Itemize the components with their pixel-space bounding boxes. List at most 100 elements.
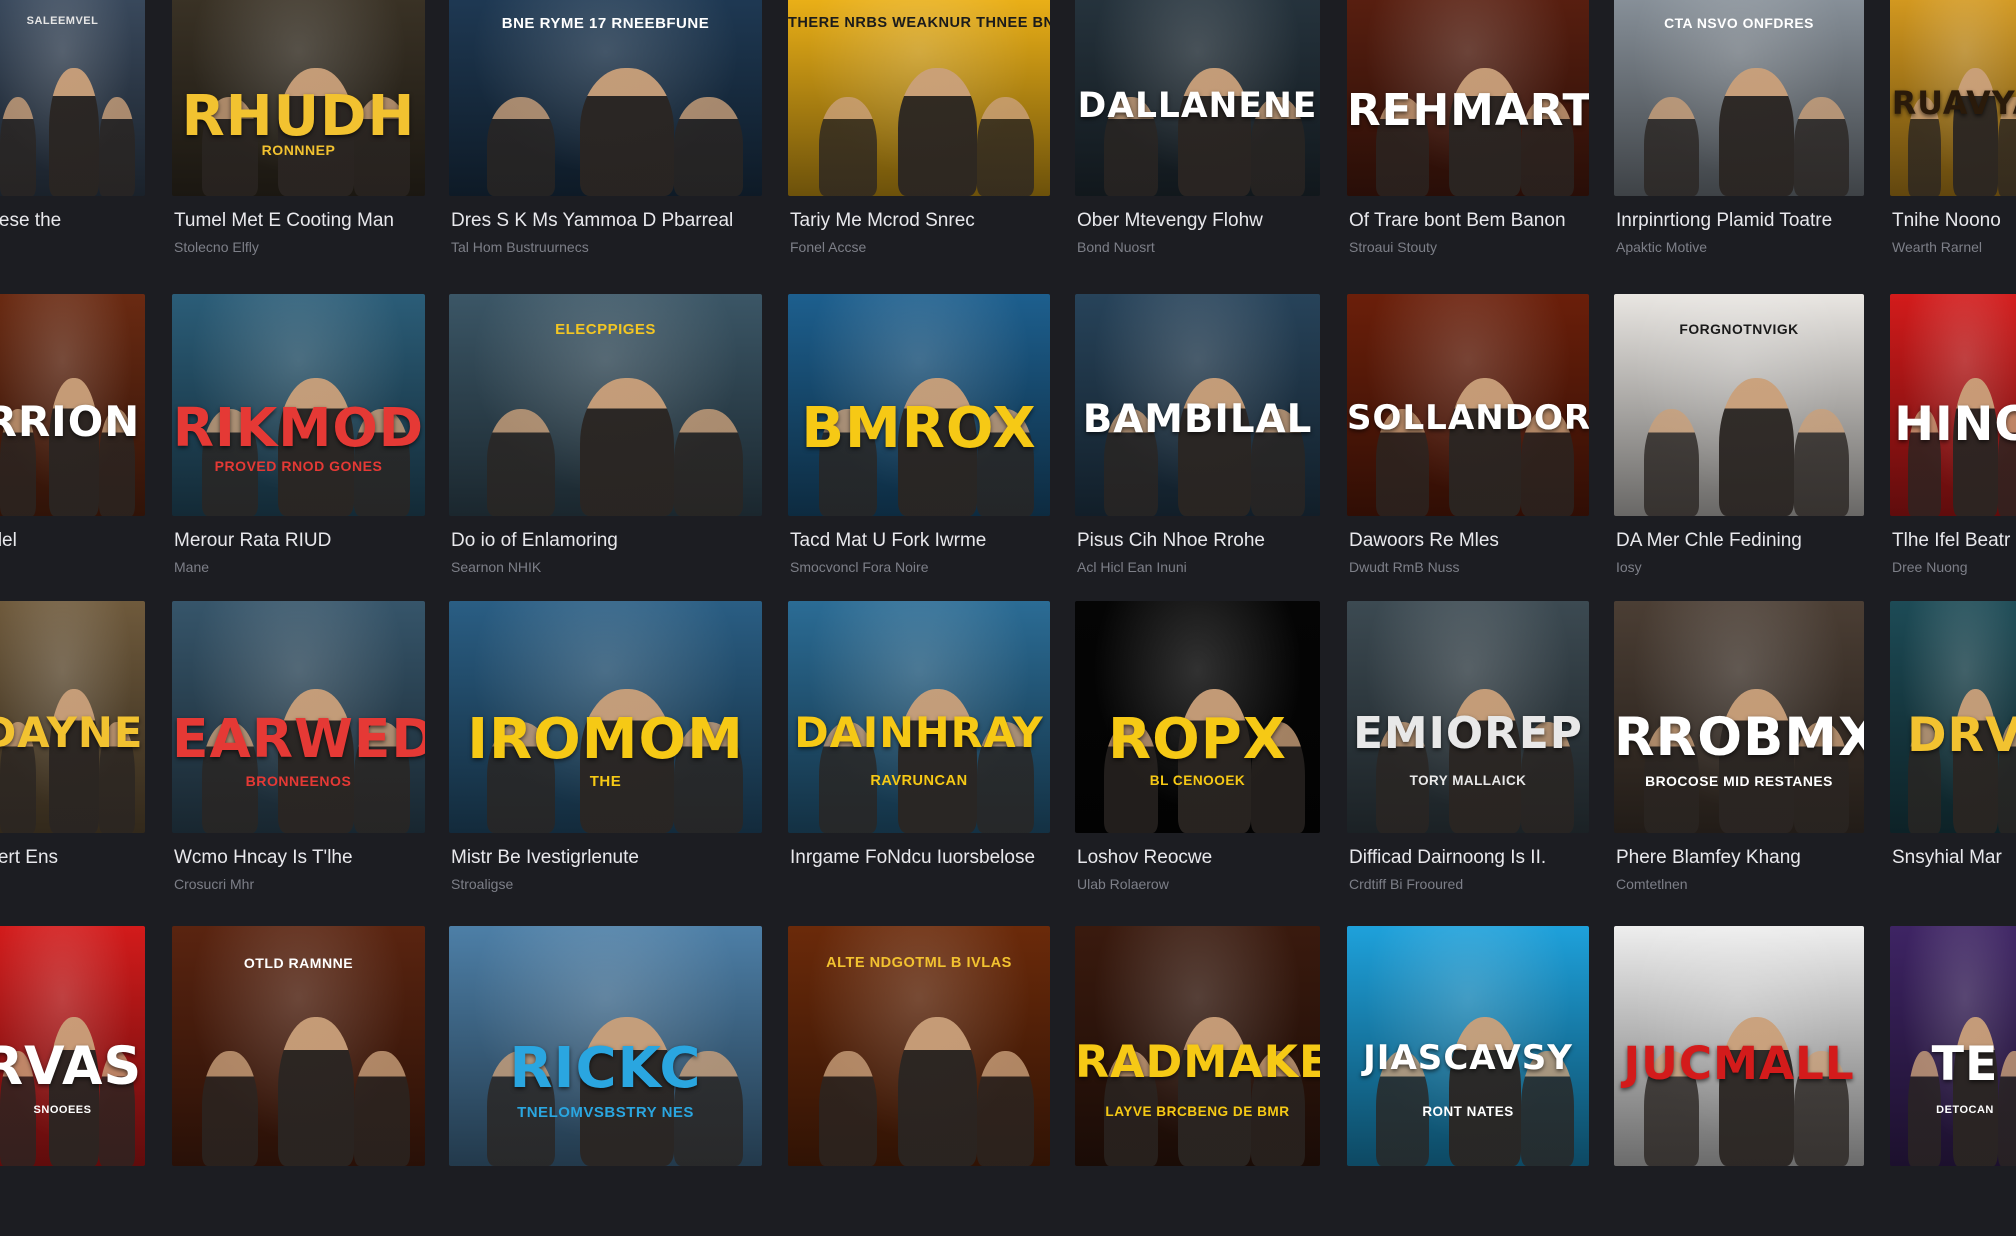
- movie-tile[interactable]: SNOOEES RVAS: [0, 926, 145, 1236]
- movie-title[interactable]: Tnihe Noono: [1892, 210, 2001, 232]
- poster-tagline: BROCOSE MID RESTANES: [1645, 772, 1833, 789]
- movie-title[interactable]: Inrgame FoNdcu Iuorsbelose: [790, 847, 1035, 869]
- poster-tagline: SNOOEES: [33, 1103, 92, 1116]
- movie-poster[interactable]: TORY MALLAICK EMIOREP: [1347, 601, 1589, 833]
- movie-title[interactable]: Pisus Cih Nhoe Rrohe: [1077, 530, 1265, 552]
- movie-poster[interactable]: REHMART: [1347, 0, 1589, 196]
- movie-poster[interactable]: RONNNEP RHUDH: [172, 0, 425, 196]
- movie-tile[interactable]: TORY MALLAICK EMIOREP Difficad Dairnoong I…: [1347, 601, 1589, 903]
- movie-poster[interactable]: BAMBILAL: [1075, 294, 1320, 516]
- movie-tile[interactable]: RONNNEP RHUDH Tumel Met E Cooting Man Stole…: [172, 0, 425, 266]
- movie-poster[interactable]: DALLANENE: [1075, 0, 1320, 196]
- movie-tile[interactable]: BNE RYME 17 RNEEBFUNE Dres S K Ms Yammoa …: [449, 0, 762, 266]
- movie-tile[interactable]: THERE NRBS WEAKNUR THNEE BNDEL STERMES Ta…: [788, 0, 1050, 266]
- movie-title[interactable]: Tariy Me Mcrod Snrec: [790, 210, 975, 232]
- movie-title[interactable]: Dres S K Ms Yammoa D Pbarreal: [451, 210, 733, 232]
- poster-title: JIASCAVSY: [1363, 1038, 1573, 1079]
- poster-figure: [819, 97, 878, 196]
- movie-title[interactable]: Of Trare bont Bem Banon: [1349, 210, 1566, 232]
- movie-poster[interactable]: JUCMALL: [1614, 926, 1864, 1166]
- movie-tile[interactable]: OTLD RAMNNE: [172, 926, 425, 1236]
- movie-title[interactable]: Merour Rata RIUD: [174, 530, 331, 552]
- movie-poster[interactable]: FORGNOTNVIGK: [1614, 294, 1864, 516]
- movie-tile[interactable]: LAYVE BRCBENG DE BMR RADMAKE: [1075, 926, 1320, 1236]
- movie-tile[interactable]: RONT NATES JIASCAVSY: [1347, 926, 1589, 1236]
- movie-poster[interactable]: DRV: [1890, 601, 2016, 833]
- movie-poster[interactable]: BL CENOOEK ROPX: [1075, 601, 1320, 833]
- poster-figure: [1644, 97, 1699, 196]
- poster-figure: [976, 97, 1035, 196]
- movie-tile[interactable]: TNELOMVSBSTRY NES RICKC: [449, 926, 762, 1236]
- movie-poster[interactable]: RUAVYA: [1890, 0, 2016, 196]
- movie-title[interactable]: Wcmo Hncay Is T'lhe: [174, 847, 353, 869]
- movie-title[interactable]: Dawoors Re Mles: [1349, 530, 1499, 552]
- movie-tile[interactable]: BAMBILAL Pisus Cih Nhoe Rrohe Acl Hicl Ean…: [1075, 294, 1320, 586]
- poster-tagline: CTA NSVO ONFDRES: [1664, 14, 1814, 31]
- movie-tile[interactable]: PROVED RNOD GONES RIKMOD Merour Rata RIUD M…: [172, 294, 425, 586]
- movie-title[interactable]: Alese the: [0, 210, 61, 232]
- movie-tile[interactable]: THE IROMOM Mistr Be Ivestigrlenute Stroalig…: [449, 601, 762, 903]
- movie-title[interactable]: Tumel Met E Cooting Man: [174, 210, 394, 232]
- movie-poster[interactable]: CTA NSVO ONFDRES: [1614, 0, 1864, 196]
- movie-title[interactable]: Inrpinrtiong Plamid Toatre: [1616, 210, 1832, 232]
- movie-tile[interactable]: DAYNE ntert Ens: [0, 601, 145, 903]
- movie-poster[interactable]: LAYVE BRCBENG DE BMR RADMAKE: [1075, 926, 1320, 1166]
- movie-title[interactable]: ntert Ens: [0, 847, 58, 869]
- movie-poster[interactable]: ALTE NDGOTML B IVLAS: [788, 926, 1050, 1166]
- movie-poster[interactable]: BNE RYME 17 RNEEBFUNE: [449, 0, 762, 196]
- movie-poster[interactable]: RONT NATES JIASCAVSY: [1347, 926, 1589, 1166]
- movie-title[interactable]: Loshov Reocwe: [1077, 847, 1212, 869]
- movie-tile[interactable]: CTA NSVO ONFDRES Inrpinrtiong Plamid Toat…: [1614, 0, 1864, 266]
- movie-poster[interactable]: SNOOEES RVAS: [0, 926, 145, 1166]
- movie-tile[interactable]: FORGNOTNVIGK DA Mer Chle Fedining Iosy: [1614, 294, 1864, 586]
- movie-poster[interactable]: RRION: [0, 294, 145, 516]
- movie-poster[interactable]: DETOCAN TE: [1890, 926, 2016, 1166]
- movie-title[interactable]: Snsyhial Mar: [1892, 847, 2002, 869]
- movie-subtitle: Fonel Accse: [790, 239, 867, 255]
- movie-poster[interactable]: ELECPPIGES: [449, 294, 762, 516]
- movie-title[interactable]: Do io of Enlamoring: [451, 530, 618, 552]
- movie-poster[interactable]: RAVRUNCAN DAINHRAY: [788, 601, 1050, 833]
- movie-title[interactable]: Tlhe Ifel Beatr: [1892, 530, 2010, 552]
- movie-title[interactable]: DA Mer Chle Fedining: [1616, 530, 1802, 552]
- movie-title[interactable]: Mistr Be Ivestigrlenute: [451, 847, 639, 869]
- movie-tile[interactable]: DETOCAN TE: [1890, 926, 2016, 1236]
- movie-poster[interactable]: THERE NRBS WEAKNUR THNEE BNDEL STERMES: [788, 0, 1050, 196]
- movie-poster[interactable]: TNELOMVSBSTRY NES RICKC: [449, 926, 762, 1166]
- movie-title[interactable]: Difficad Dairnoong Is II.: [1349, 847, 1546, 869]
- movie-title[interactable]: Phere Blamfey Khang: [1616, 847, 1801, 869]
- poster-title: RVAS: [0, 1037, 143, 1098]
- movie-tile[interactable]: ALTE NDGOTML B IVLAS: [788, 926, 1050, 1236]
- movie-tile[interactable]: DRV Snsyhial Mar: [1890, 601, 2016, 903]
- movie-tile[interactable]: SALEEMVEL Alese the: [0, 0, 145, 266]
- movie-tile[interactable]: REHMART Of Trare bont Bem Banon Stroaui St…: [1347, 0, 1589, 266]
- movie-title[interactable]: Tacd Mat U Fork Iwrme: [790, 530, 986, 552]
- movie-poster[interactable]: SALEEMVEL: [0, 0, 145, 196]
- movie-poster[interactable]: BROCOSE MID RESTANES RROBMX: [1614, 601, 1864, 833]
- movie-poster[interactable]: HINO: [1890, 294, 2016, 516]
- movie-tile[interactable]: BRONNEENOS EARWED Wcmo Hncay Is T'lhe Crosu…: [172, 601, 425, 903]
- movie-poster[interactable]: PROVED RNOD GONES RIKMOD: [172, 294, 425, 516]
- movie-tile[interactable]: RRION Mlel: [0, 294, 145, 586]
- movie-subtitle: Iosy: [1616, 559, 1642, 575]
- poster-tagline: OTLD RAMNNE: [243, 954, 354, 971]
- movie-tile[interactable]: HINO Tlhe Ifel Beatr Dree Nuong: [1890, 294, 2016, 586]
- movie-tile[interactable]: SOLLANDOR Dawoors Re Mles Dwudt RmB Nuss: [1347, 294, 1589, 586]
- movie-title[interactable]: Ober Mtevengy Flohw: [1077, 210, 1263, 232]
- movie-title[interactable]: Mlel: [0, 530, 17, 552]
- poster-title: RIKMOD: [172, 395, 425, 459]
- movie-tile[interactable]: BL CENOOEK ROPX Loshov Reocwe Ulab Rolaerow: [1075, 601, 1320, 903]
- movie-tile[interactable]: DALLANENE Ober Mtevengy Flohw Bond Nuosrt: [1075, 0, 1320, 266]
- movie-poster[interactable]: OTLD RAMNNE: [172, 926, 425, 1166]
- movie-poster[interactable]: THE IROMOM: [449, 601, 762, 833]
- movie-poster[interactable]: DAYNE: [0, 601, 145, 833]
- movie-poster[interactable]: BRONNEENOS EARWED: [172, 601, 425, 833]
- movie-tile[interactable]: JUCMALL: [1614, 926, 1864, 1236]
- movie-tile[interactable]: RUAVYA Tnihe Noono Wearth Rarnel: [1890, 0, 2016, 266]
- movie-poster[interactable]: BMROX: [788, 294, 1050, 516]
- movie-poster[interactable]: SOLLANDOR: [1347, 294, 1589, 516]
- movie-tile[interactable]: BMROX Tacd Mat U Fork Iwrme Smocvoncl Fora…: [788, 294, 1050, 586]
- movie-tile[interactable]: BROCOSE MID RESTANES RROBMX Phere Blamfey …: [1614, 601, 1864, 903]
- movie-tile[interactable]: ELECPPIGES Do io of Enlamoring Searnon NHI…: [449, 294, 762, 586]
- movie-tile[interactable]: RAVRUNCAN DAINHRAY Inrgame FoNdcu Iuorsbel…: [788, 601, 1050, 903]
